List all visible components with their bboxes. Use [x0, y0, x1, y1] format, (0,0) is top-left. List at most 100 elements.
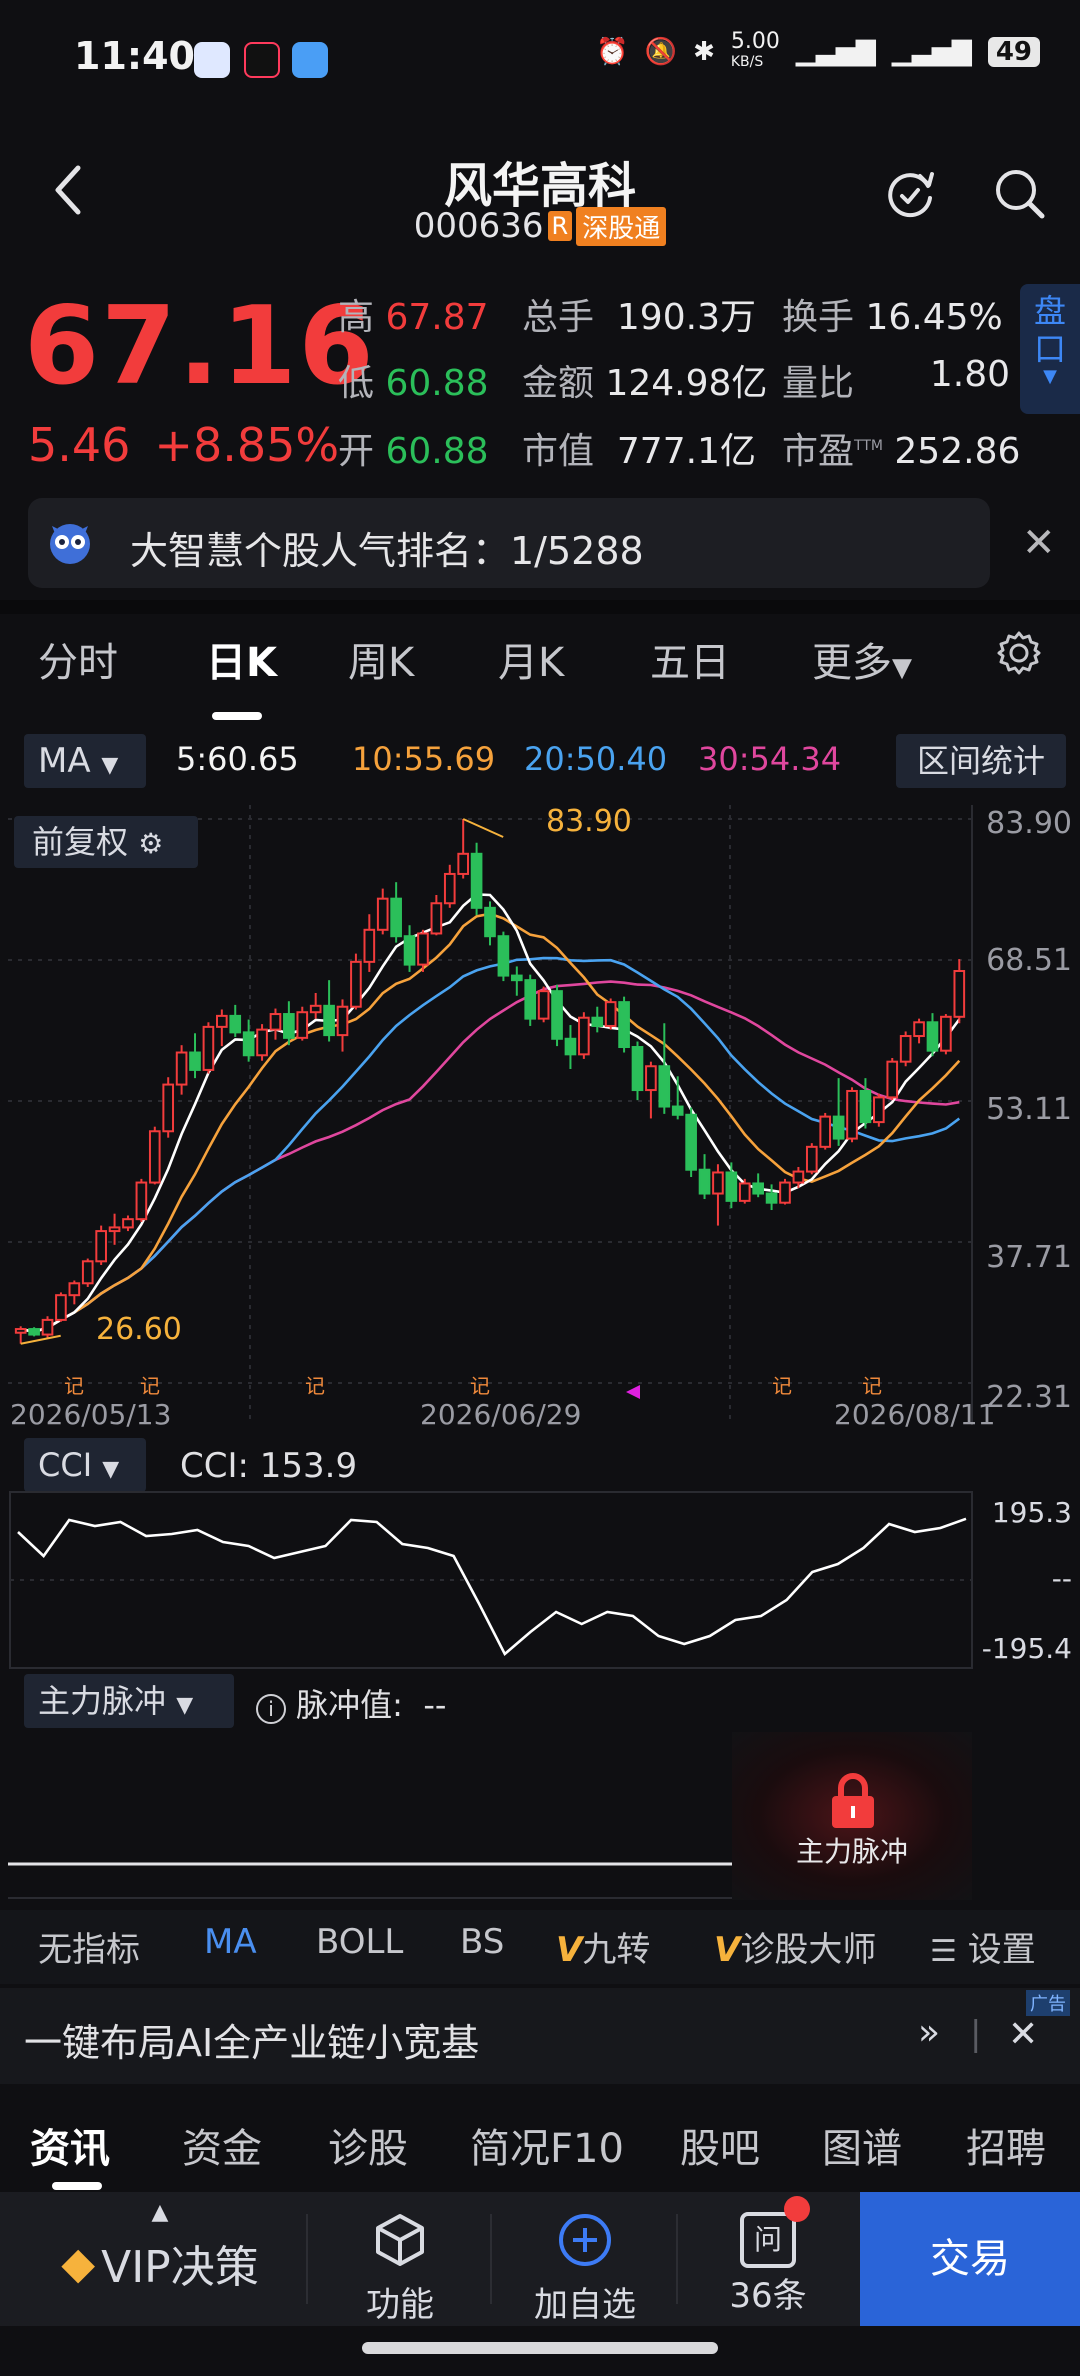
candle-up: [805, 1145, 818, 1173]
candle-down: [229, 1014, 242, 1034]
candle-up: [162, 1083, 175, 1133]
candle-down: [28, 1328, 40, 1336]
bottom-divider: [306, 2214, 308, 2304]
tab-hiring[interactable]: 招聘: [966, 2116, 1046, 2174]
candle-up: [645, 1065, 657, 1092]
tab-stock-master[interactable]: V诊股大师: [714, 1922, 876, 1971]
refresh-icon[interactable]: [882, 166, 938, 222]
double-chevron-icon[interactable]: »: [918, 2012, 940, 2053]
settings-icon: ☰: [930, 1934, 957, 1969]
candle-down: [658, 1065, 671, 1108]
candle-up: [940, 1015, 952, 1052]
pulse-select[interactable]: 主力脉冲 ▼: [24, 1674, 234, 1728]
candle-up: [738, 1182, 751, 1202]
candle-up: [148, 1130, 161, 1184]
adjust-button[interactable]: 前复权 ⚙: [14, 816, 198, 868]
quote-amount: 金额 124.98亿: [522, 363, 768, 404]
home-indicator[interactable]: [362, 2342, 718, 2354]
note-marker: 记: [64, 1374, 84, 1398]
tab-boll[interactable]: BOLL: [316, 1922, 403, 1962]
tab-five-day[interactable]: 五日: [650, 630, 730, 688]
tab-monthly-k[interactable]: 月K: [498, 630, 564, 688]
tab-funds[interactable]: 资金: [182, 2116, 262, 2174]
ad-separator: |: [970, 2014, 982, 2054]
cci-tick: --: [1051, 1562, 1072, 1595]
period-tabs: 分时 日K 周K 月K 五日 更多▼: [0, 630, 1080, 720]
candle-up: [68, 1282, 81, 1297]
cci-tick: 195.3: [991, 1496, 1072, 1529]
x-tick: 2026/06/29: [420, 1398, 582, 1431]
ma5-value: 5:60.65: [176, 740, 299, 778]
candle-up: [135, 1181, 148, 1221]
candle-up: [537, 990, 550, 1020]
function-button[interactable]: 功能: [330, 2196, 470, 2326]
candle-down: [484, 906, 496, 938]
candle-down: [926, 1021, 939, 1052]
candle-down: [323, 1004, 335, 1037]
low-marker-label: 26.60: [96, 1312, 182, 1347]
candle-down: [671, 1105, 684, 1116]
margin-tag: R: [547, 211, 573, 241]
candle-up: [712, 1171, 724, 1195]
candle-down: [832, 1115, 845, 1140]
bottom-divider: [490, 2214, 492, 2304]
tab-weekly-k[interactable]: 周K: [348, 630, 414, 688]
tab-ma[interactable]: MA: [204, 1922, 257, 1962]
tab-more[interactable]: 更多▼: [812, 630, 912, 688]
vip-diamond-icon: ◆: [61, 2237, 96, 2289]
pulse-label: i 脉冲值: --: [256, 1680, 446, 1726]
candle-up: [175, 1051, 188, 1086]
close-icon[interactable]: ✕: [1022, 520, 1056, 566]
candle-up: [376, 897, 389, 931]
v-icon: V: [556, 1930, 583, 1970]
cube-icon: [376, 2214, 424, 2266]
quote-turnover: 换手 16.45%: [782, 297, 1003, 338]
candle-up: [296, 1011, 309, 1039]
tab-settings[interactable]: ☰ 设置: [930, 1922, 1036, 1971]
tab-news[interactable]: 资讯: [30, 2116, 110, 2174]
candle-up: [309, 1004, 322, 1014]
pankou-button[interactable]: 盘口 ▼: [1020, 284, 1080, 414]
tab-f10[interactable]: 简况F10: [470, 2116, 624, 2174]
cci-select[interactable]: CCI ▼: [24, 1438, 146, 1492]
candle-down: [551, 990, 563, 1040]
y-tick: 37.71: [986, 1240, 1072, 1275]
search-icon[interactable]: [992, 166, 1046, 220]
candle-up: [202, 1025, 215, 1071]
trade-button[interactable]: 交易: [860, 2192, 1080, 2326]
stock-code: 000636: [413, 206, 544, 246]
tab-nine-turn[interactable]: V九转: [556, 1922, 650, 1971]
gear-icon[interactable]: [996, 630, 1042, 676]
news-tabs: 资讯 资金 诊股 简况F10 股吧 图谱 招聘: [0, 2090, 1080, 2190]
candle-up: [336, 1005, 349, 1037]
add-circle-icon: [559, 2214, 611, 2266]
lock-icon: [832, 1773, 874, 1828]
alarm-icon: ⏰: [596, 37, 629, 67]
candle-down: [859, 1089, 872, 1124]
candle-up: [886, 1060, 899, 1099]
tab-forum[interactable]: 股吧: [680, 2116, 760, 2174]
tab-diagnosis[interactable]: 诊股: [328, 2116, 408, 2174]
quote-mktcap: 市值 777.1亿: [522, 431, 756, 472]
current-price: 67.16: [24, 284, 376, 409]
tab-bs[interactable]: BS: [460, 1922, 504, 1962]
ma-select[interactable]: MA ▼: [24, 734, 146, 788]
candle-up: [41, 1318, 54, 1336]
candle-down: [698, 1168, 711, 1195]
pulse-lock-label: 主力脉冲: [795, 1835, 908, 1868]
info-icon[interactable]: i: [256, 1694, 286, 1724]
cci-chart[interactable]: [0, 1490, 1080, 1670]
interval-stats-button[interactable]: 区间统计: [896, 734, 1066, 788]
candle-up: [430, 902, 443, 935]
question-icon: 问: [740, 2196, 810, 2268]
vip-decision-button[interactable]: ▲ ◆ VIP决策: [30, 2196, 290, 2326]
tab-intraday[interactable]: 分时: [38, 630, 118, 688]
tab-no-indicator[interactable]: 无指标: [38, 1922, 140, 1971]
tab-graph[interactable]: 图谱: [822, 2116, 902, 2174]
candle-up: [578, 1016, 590, 1056]
tab-daily-k[interactable]: 日K: [206, 630, 277, 688]
close-icon[interactable]: ✕: [1008, 2014, 1038, 2055]
mute-icon: 🔕: [644, 37, 678, 67]
add-watchlist-button[interactable]: 加自选: [510, 2196, 660, 2326]
qa-button[interactable]: 问 36条: [696, 2196, 840, 2326]
